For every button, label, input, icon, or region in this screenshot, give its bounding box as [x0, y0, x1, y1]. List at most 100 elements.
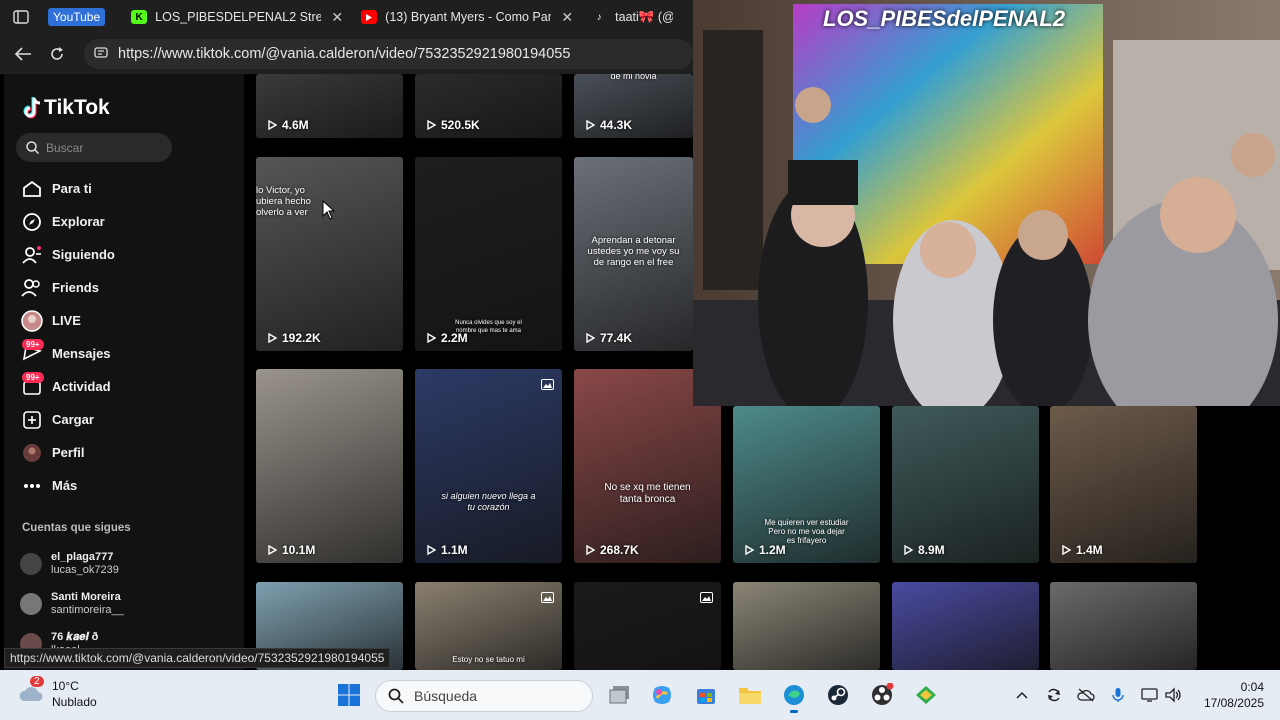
video-card[interactable]: si alguien nuevo llega a tu corazón 1.1M — [415, 369, 562, 563]
view-count: 44.3K — [586, 118, 632, 132]
nav-cargar[interactable]: Cargar — [20, 403, 240, 436]
video-card[interactable] — [1050, 582, 1197, 670]
following-icon — [20, 243, 44, 267]
start-button[interactable] — [335, 681, 363, 709]
webcam-scene — [693, 0, 1280, 406]
nav-explorar[interactable]: Explorar — [20, 205, 240, 238]
weather-widget[interactable]: 2 10°C Nublado — [18, 676, 97, 710]
compass-icon — [20, 210, 44, 234]
tab-youtube-video[interactable]: (13) Bryant Myers - Como Panas ✕ — [353, 2, 583, 32]
tab-actions-button[interactable] — [8, 4, 34, 30]
volume-icon — [1165, 687, 1181, 703]
clock-date: 17/08/2025 — [1203, 696, 1264, 710]
taskbar-search-input[interactable]: Búsqueda — [375, 680, 593, 712]
video-caption: No se xq me tienen tanta bronca — [604, 482, 691, 505]
browser-address-bar: https://www.tiktok.com/@vania.calderon/v… — [0, 34, 693, 74]
video-card[interactable] — [574, 582, 721, 670]
app-icon — [916, 686, 936, 704]
task-view-button[interactable] — [606, 681, 634, 709]
store-icon — [697, 689, 715, 704]
file-explorer-button[interactable] — [736, 681, 764, 709]
steam-button[interactable] — [824, 681, 852, 709]
view-count-text: 44.3K — [600, 118, 633, 132]
video-card[interactable]: Aprendan a detonar ustedes yo me voy su … — [574, 157, 693, 351]
video-card[interactable]: Estoy no se tatuo mi — [415, 582, 562, 670]
video-card[interactable]: Nunca olvides que soy el nombre que mas … — [415, 157, 562, 351]
video-card[interactable]: 10.1M — [256, 369, 403, 563]
tab-youtube[interactable]: YouTube — [48, 2, 123, 32]
nav-siguiendo[interactable]: Siguiendo — [20, 238, 240, 271]
tiktok-logo[interactable]: TikTok — [22, 96, 110, 120]
following-account[interactable]: el_plaga777 lucas_ok7239 — [20, 544, 240, 584]
activity-badge: 99+ — [22, 372, 44, 383]
view-count-text: 77.4K — [600, 331, 633, 345]
nav-live[interactable]: LIVE — [20, 304, 240, 337]
tab-tiktok[interactable]: ♪ taati🎀 (@bec — [583, 2, 683, 32]
video-card[interactable] — [733, 582, 880, 670]
tiktok-search-input[interactable]: Buscar — [16, 133, 172, 162]
volume-tray-button[interactable] — [1164, 686, 1184, 704]
cloud-offline-icon — [1077, 688, 1095, 702]
nav-label: Explorar — [52, 214, 105, 229]
nav-mas[interactable]: Más — [20, 469, 240, 502]
onedrive-tray-button[interactable] — [1076, 686, 1096, 704]
video-card[interactable]: 4.6M — [256, 74, 403, 138]
sync-tray-button[interactable] — [1044, 686, 1064, 704]
view-count: 1.4M — [1062, 543, 1103, 557]
screen: YouTube K LOS_PIBESDELPENAL2 Stream - V … — [0, 0, 1280, 720]
edge-button[interactable] — [780, 681, 808, 713]
nav-perfil[interactable]: Perfil — [20, 436, 240, 469]
nav-actividad[interactable]: 99+ Actividad — [20, 370, 240, 403]
network-tray-button[interactable] — [1140, 686, 1160, 704]
video-card[interactable]: de mi novia 44.3K — [574, 74, 693, 138]
app-button[interactable] — [912, 681, 940, 709]
nav-label: Mensajes — [52, 346, 111, 361]
play-icon — [586, 333, 595, 343]
video-card[interactable]: Me quieren ver estudiar Pero no me voa d… — [733, 406, 880, 563]
back-button[interactable] — [8, 39, 38, 69]
live-avatar-icon — [20, 309, 44, 333]
tray-overflow-button[interactable] — [1012, 686, 1032, 704]
view-count: 10.1M — [268, 543, 315, 557]
video-card[interactable] — [892, 582, 1039, 670]
upload-icon — [20, 408, 44, 432]
network-icon — [1141, 688, 1158, 702]
microphone-tray-button[interactable] — [1108, 686, 1128, 704]
avatar — [20, 593, 42, 615]
nav-friends[interactable]: Friends — [20, 271, 240, 304]
nav-para-ti[interactable]: Para ti — [20, 172, 240, 205]
reload-icon — [51, 47, 63, 60]
reload-button[interactable] — [42, 39, 72, 69]
tab-youtube-label: YouTube — [48, 8, 106, 26]
nav-mensajes[interactable]: 99+ Mensajes — [20, 337, 240, 370]
view-count-text: 10.1M — [282, 543, 316, 557]
store-button[interactable] — [692, 681, 720, 709]
url-field[interactable]: https://www.tiktok.com/@vania.calderon/v… — [84, 39, 693, 69]
friends-icon — [20, 276, 44, 300]
tab-kick-title: LOS_PIBESDELPENAL2 Stream - V — [155, 10, 322, 24]
close-tab-icon[interactable]: ✕ — [561, 9, 573, 26]
tab-youtube-title: (13) Bryant Myers - Como Panas — [385, 10, 552, 24]
video-card[interactable]: 1.4M — [1050, 406, 1197, 563]
photo-mode-icon — [541, 377, 554, 395]
kick-icon: K — [131, 10, 148, 24]
tab-kick-stream[interactable]: K LOS_PIBESDELPENAL2 Stream - V ✕ — [123, 2, 353, 32]
messages-badge: 99+ — [22, 339, 44, 350]
account-name: Santi Moreira — [51, 591, 121, 603]
more-icon — [20, 474, 44, 498]
copilot-button[interactable] — [648, 681, 676, 709]
obs-icon — [872, 683, 894, 705]
video-card[interactable]: 520.5K — [415, 74, 562, 138]
profile-icon — [20, 441, 44, 465]
site-info-icon[interactable] — [94, 45, 108, 63]
video-card[interactable]: 8.9M — [892, 406, 1039, 563]
obs-button[interactable] — [868, 681, 896, 709]
video-caption: de mi novia — [610, 74, 657, 81]
close-tab-icon[interactable]: ✕ — [331, 9, 343, 26]
system-clock[interactable]: 0:04 17/08/2025 — [1204, 679, 1264, 711]
windows-icon — [338, 684, 360, 706]
edge-icon — [784, 685, 804, 705]
following-account[interactable]: Santi Moreira santimoreira__ — [20, 584, 240, 624]
video-card[interactable]: lo Victor, yo ubiera hecho olverlo a ver… — [256, 157, 403, 351]
weather-badge: 2 — [30, 676, 44, 687]
